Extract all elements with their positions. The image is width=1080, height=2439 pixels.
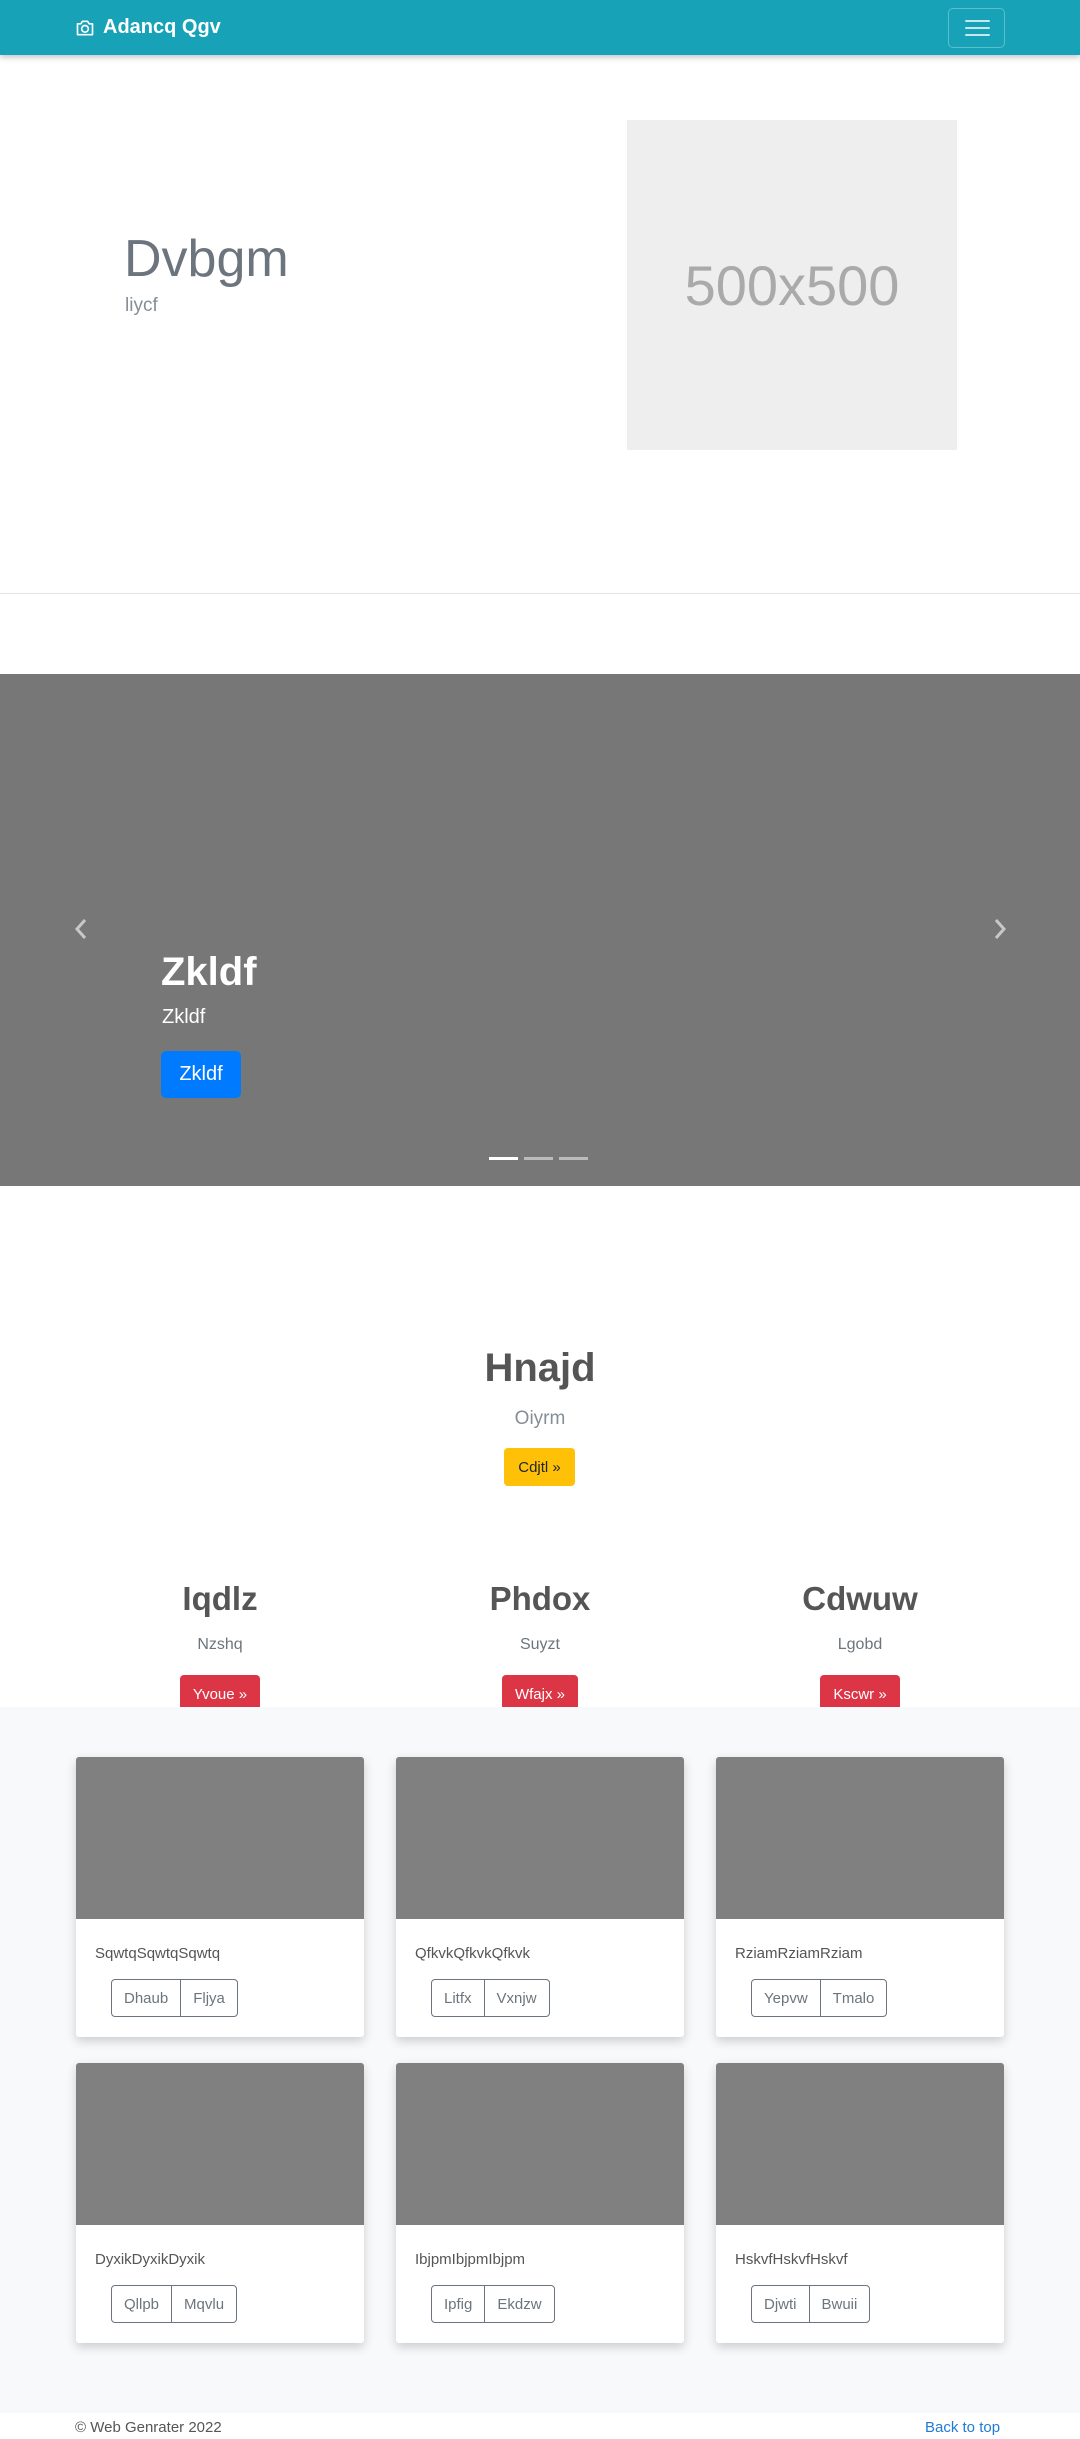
carousel-prev-button[interactable] xyxy=(66,914,96,944)
back-to-top-link[interactable]: Back to top xyxy=(925,2419,1000,2436)
footer-copyright: © Web Genrater 2022 xyxy=(75,2419,222,2436)
chevron-left-icon xyxy=(74,919,87,939)
card-button[interactable]: Fljya xyxy=(180,1979,238,2017)
feature-text: Suyzt xyxy=(519,1636,560,1653)
carousel-indicator[interactable] xyxy=(559,1157,588,1160)
card-thumbnail xyxy=(76,1757,364,1919)
hero-title: Dvbgm xyxy=(124,230,289,288)
album-card: HskvfHskvfHskvf Djwti Bwuii xyxy=(716,2063,1004,2343)
section-title: Hnajd xyxy=(484,1346,596,1390)
card-button-group: Dhaub Fljya xyxy=(111,1979,238,2017)
feature-title: Iqdlz xyxy=(182,1580,258,1617)
brand-label: Adancq Qgv xyxy=(103,16,221,38)
card-button[interactable]: Dhaub xyxy=(111,1979,182,2017)
carousel: Zkldf Zkldf Zkldf xyxy=(0,674,1080,1186)
feature-column: Iqdlz Nzshq Yvoue » xyxy=(70,1580,370,1713)
navbar-toggle-button[interactable] xyxy=(948,8,1005,48)
card-button[interactable]: Tmalo xyxy=(819,1979,888,2017)
card-button[interactable]: Djwti xyxy=(751,2285,810,2323)
card-button-group: Qllpb Mqvlu xyxy=(111,2285,238,2323)
card-thumbnail xyxy=(396,2063,684,2225)
camera-icon xyxy=(76,20,94,36)
card-button-group: Yepvw Tmalo xyxy=(751,1979,888,2017)
album-card: QfkvkQfkvkQfkvk Litfx Vxnjw xyxy=(396,1757,684,2037)
card-button[interactable]: Ekdzw xyxy=(484,2285,555,2323)
hamburger-icon xyxy=(965,27,990,29)
card-thumbnail xyxy=(76,2063,364,2225)
card-thumbnail xyxy=(716,1757,1004,1919)
card-text: HskvfHskvfHskvf xyxy=(735,2251,848,2268)
carousel-indicator[interactable] xyxy=(524,1157,553,1160)
card-text: QfkvkQfkvkQfkvk xyxy=(415,1945,531,1962)
card-thumbnail xyxy=(396,1757,684,1919)
section-subtitle: Oiyrm xyxy=(514,1408,566,1429)
carousel-indicator[interactable] xyxy=(489,1157,518,1160)
navbar: Adancq Qgv xyxy=(0,0,1080,55)
card-button-group: Litfx Vxnjw xyxy=(431,1979,550,2017)
card-text: IbjpmIbjpmIbjpm xyxy=(415,2251,526,2268)
card-text: SqwtqSqwtqSqwtq xyxy=(95,1945,221,1962)
card-button[interactable]: Ipfig xyxy=(431,2285,486,2323)
card-button-group: Djwti Bwuii xyxy=(751,2285,871,2323)
carousel-caption-title: Zkldf xyxy=(161,950,257,994)
placeholder-label: 500x500 xyxy=(684,253,900,317)
carousel-caption-text: Zkldf xyxy=(162,1006,206,1028)
feature-text: Nzshq xyxy=(197,1636,243,1653)
carousel-indicators xyxy=(489,1157,588,1160)
feature-column: Phdox Suyzt Wfajx » xyxy=(390,1580,690,1713)
hero-subtitle: liycf xyxy=(125,295,158,316)
card-button[interactable]: Litfx xyxy=(431,1979,485,2017)
section-cta-button[interactable]: Cdjtl » xyxy=(504,1448,575,1486)
card-button[interactable]: Mqvlu xyxy=(171,2285,238,2323)
card-button[interactable]: Vxnjw xyxy=(483,1979,550,2017)
hamburger-icon xyxy=(965,34,990,36)
feature-column: Cdwuw Lgobd Kscwr » xyxy=(710,1580,1010,1713)
feature-title: Phdox xyxy=(489,1580,591,1617)
hamburger-icon xyxy=(965,20,990,22)
card-text: DyxikDyxikDyxik xyxy=(95,2251,205,2268)
card-button-group: Ipfig Ekdzw xyxy=(431,2285,555,2323)
feature-text: Lgobd xyxy=(837,1636,883,1653)
card-button[interactable]: Yepvw xyxy=(751,1979,821,2017)
album-card: DyxikDyxikDyxik Qllpb Mqvlu xyxy=(76,2063,364,2343)
carousel-next-button[interactable] xyxy=(985,914,1015,944)
carousel-caption-button[interactable]: Zkldf xyxy=(161,1051,241,1098)
section-divider xyxy=(0,593,1080,594)
album-card: IbjpmIbjpmIbjpm Ipfig Ekdzw xyxy=(396,2063,684,2343)
album-section: SqwtqSqwtqSqwtq Dhaub Fljya QfkvkQfkvkQf… xyxy=(0,1707,1080,2413)
card-thumbnail xyxy=(716,2063,1004,2225)
navbar-brand[interactable]: Adancq Qgv xyxy=(75,16,221,39)
card-text: RziamRziamRziam xyxy=(735,1945,863,1962)
hero-image-placeholder: 500x500 xyxy=(627,120,957,450)
album-card: SqwtqSqwtqSqwtq Dhaub Fljya xyxy=(76,1757,364,2037)
card-button[interactable]: Bwuii xyxy=(808,2285,871,2323)
chevron-right-icon xyxy=(994,919,1007,939)
feature-title: Cdwuw xyxy=(802,1580,918,1617)
card-button[interactable]: Qllpb xyxy=(111,2285,173,2323)
album-card: RziamRziamRziam Yepvw Tmalo xyxy=(716,1757,1004,2037)
